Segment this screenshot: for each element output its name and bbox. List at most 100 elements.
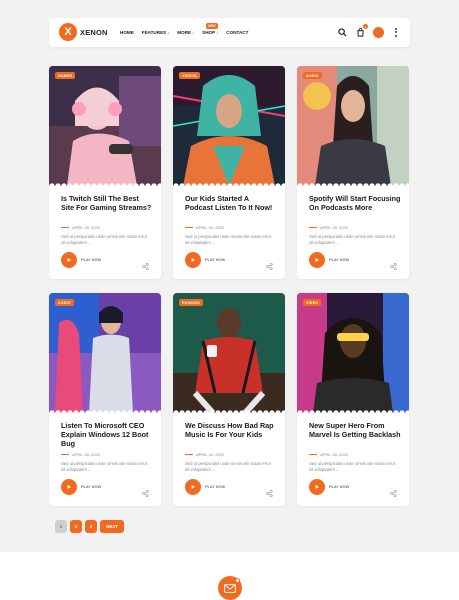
more-vertical-icon[interactable] — [390, 26, 402, 38]
logo-text: XENON — [80, 27, 108, 37]
post-card[interactable]: GAMER Is Twitch Still The Best Site For … — [49, 66, 161, 279]
play-label[interactable]: PLAY NOW — [81, 485, 101, 489]
post-image[interactable]: AUDIO — [49, 293, 161, 413]
post-date: APRIL 30, 2022 — [309, 225, 348, 230]
post-image[interactable]: VIDEO — [297, 293, 409, 413]
cart-icon[interactable]: 1 — [354, 24, 368, 38]
post-card[interactable]: RANKING We Discuss How Bad Rap Music Is … — [173, 293, 285, 506]
post-card[interactable]: VIDEO New Super Hero From Marvel Is Gett… — [297, 293, 409, 506]
play-icon[interactable] — [61, 479, 77, 495]
play-control[interactable]: PLAY NOW — [309, 479, 349, 495]
post-title[interactable]: Our Kids Started A Podcast Listen To It … — [185, 194, 277, 212]
logo-mark: X — [59, 23, 77, 41]
post-date: APRIL 30, 2022 — [61, 452, 100, 457]
card-edge — [297, 182, 409, 190]
post-date: APRIL 30, 2022 — [185, 452, 224, 457]
menu-label: HOME — [120, 30, 134, 35]
post-title[interactable]: New Super Hero From Marvel Is Getting Ba… — [309, 421, 401, 439]
chevron-down-icon: ↓ — [167, 30, 170, 35]
share-icon[interactable] — [142, 484, 149, 502]
pagination: 1 2 3 NEXT — [55, 520, 125, 533]
share-icon[interactable] — [266, 257, 273, 275]
page-button-2[interactable]: 2 — [70, 520, 82, 533]
post-title[interactable]: Spotify Will Start Focusing On Podcasts … — [309, 194, 401, 212]
site-logo[interactable]: X XENON — [59, 23, 108, 41]
play-icon[interactable] — [185, 479, 201, 495]
category-tag[interactable]: AUDIO — [303, 72, 322, 79]
category-tag[interactable]: RANKING — [179, 299, 204, 306]
play-label[interactable]: PLAY NOW — [205, 485, 225, 489]
post-title[interactable]: We Discuss How Bad Rap Music Is For Your… — [185, 421, 277, 439]
post-excerpt: Sed ut perspiciatis unde omnis iste natu… — [309, 234, 396, 245]
play-icon[interactable] — [61, 252, 77, 268]
new-badge: NEW — [206, 23, 218, 29]
play-icon[interactable] — [309, 252, 325, 268]
play-label[interactable]: PLAY NOW — [329, 485, 349, 489]
post-image[interactable]: GAMER — [49, 66, 161, 186]
menu-item-more[interactable]: MORE↓ — [177, 30, 194, 35]
category-tag[interactable]: VIDEO — [303, 299, 322, 306]
play-label[interactable]: PLAY NOW — [329, 258, 349, 262]
date-text: APRIL 30, 2022 — [196, 452, 225, 457]
menu-label: MORE — [177, 30, 192, 35]
post-image[interactable]: VIDEOS — [173, 66, 285, 186]
share-icon[interactable] — [142, 257, 149, 275]
mail-icon[interactable] — [218, 576, 242, 600]
menu-item-features[interactable]: FEATURES↓ — [142, 30, 170, 35]
play-icon[interactable] — [185, 252, 201, 268]
notification-dot — [235, 578, 240, 583]
menu-label: FEATURES — [141, 30, 167, 35]
chevron-down-icon: ↓ — [216, 30, 219, 35]
play-control[interactable]: PLAY NOW — [185, 479, 225, 495]
chevron-down-icon: ↓ — [192, 30, 195, 35]
card-edge — [173, 182, 285, 190]
top-navbar: X XENON HOME FEATURES↓ MORE↓ NEW SHOP↓ CO… — [49, 18, 410, 47]
menu-item-home[interactable]: HOME — [120, 30, 134, 35]
card-edge — [173, 409, 285, 417]
play-control[interactable]: PLAY NOW — [61, 252, 101, 268]
post-title[interactable]: Is Twitch Still The Best Site For Gaming… — [61, 194, 153, 212]
page-button-1[interactable]: 1 — [55, 520, 67, 533]
post-title[interactable]: Listen To Microsoft CEO Explain Windows … — [61, 421, 153, 448]
post-excerpt: Sed ut perspiciatis unde omnis iste natu… — [61, 234, 148, 245]
menu-label: CONTACT — [226, 30, 249, 35]
post-excerpt: Sed ut perspiciatis unde omnis iste natu… — [309, 461, 396, 472]
menu-label: SHOP — [202, 30, 216, 35]
page-button-3[interactable]: 3 — [85, 520, 97, 533]
menu-item-shop[interactable]: NEW SHOP↓ — [202, 23, 219, 35]
date-text: APRIL 30, 2022 — [320, 452, 349, 457]
search-icon[interactable] — [336, 26, 348, 38]
date-text: APRIL 30, 2022 — [196, 225, 225, 230]
date-text: APRIL 30, 2022 — [320, 225, 349, 230]
post-date: APRIL 30, 2022 — [61, 225, 100, 230]
play-icon[interactable] — [309, 479, 325, 495]
next-page-button[interactable]: NEXT — [100, 520, 125, 533]
post-image[interactable]: RANKING — [173, 293, 285, 413]
menu-item-contact[interactable]: CONTACT — [226, 30, 248, 35]
play-control[interactable]: PLAY NOW — [309, 252, 349, 268]
post-excerpt: Sed ut perspiciatis unde omnis iste natu… — [185, 461, 272, 472]
post-excerpt: Sed ut perspiciatis unde omnis iste natu… — [61, 461, 148, 472]
card-edge — [49, 182, 161, 190]
play-control[interactable]: PLAY NOW — [185, 252, 225, 268]
play-label[interactable]: PLAY NOW — [205, 258, 225, 262]
main-menu: HOME FEATURES↓ MORE↓ NEW SHOP↓ CONTACT — [120, 23, 248, 35]
share-icon[interactable] — [390, 484, 397, 502]
category-tag[interactable]: GAMER — [55, 72, 76, 79]
share-icon[interactable] — [266, 484, 273, 502]
play-control[interactable]: PLAY NOW — [61, 479, 101, 495]
play-label[interactable]: PLAY NOW — [81, 258, 101, 262]
header-actions: 1 — [336, 24, 402, 38]
post-image[interactable]: AUDIO — [297, 66, 409, 186]
date-text: APRIL 30, 2022 — [72, 452, 101, 457]
post-card[interactable]: AUDIO Listen To Microsoft CEO Explain Wi… — [49, 293, 161, 506]
date-text: APRIL 30, 2022 — [72, 225, 101, 230]
share-icon[interactable] — [390, 257, 397, 275]
cart-count-badge: 1 — [363, 24, 368, 29]
decorative-edge — [0, 546, 459, 556]
post-card[interactable]: AUDIO Spotify Will Start Focusing On Pod… — [297, 66, 409, 279]
category-tag[interactable]: AUDIO — [55, 299, 74, 306]
category-tag[interactable]: VIDEOS — [179, 72, 200, 79]
theme-toggle-icon[interactable] — [372, 26, 384, 38]
post-card[interactable]: VIDEOS Our Kids Started A Podcast Listen… — [173, 66, 285, 279]
